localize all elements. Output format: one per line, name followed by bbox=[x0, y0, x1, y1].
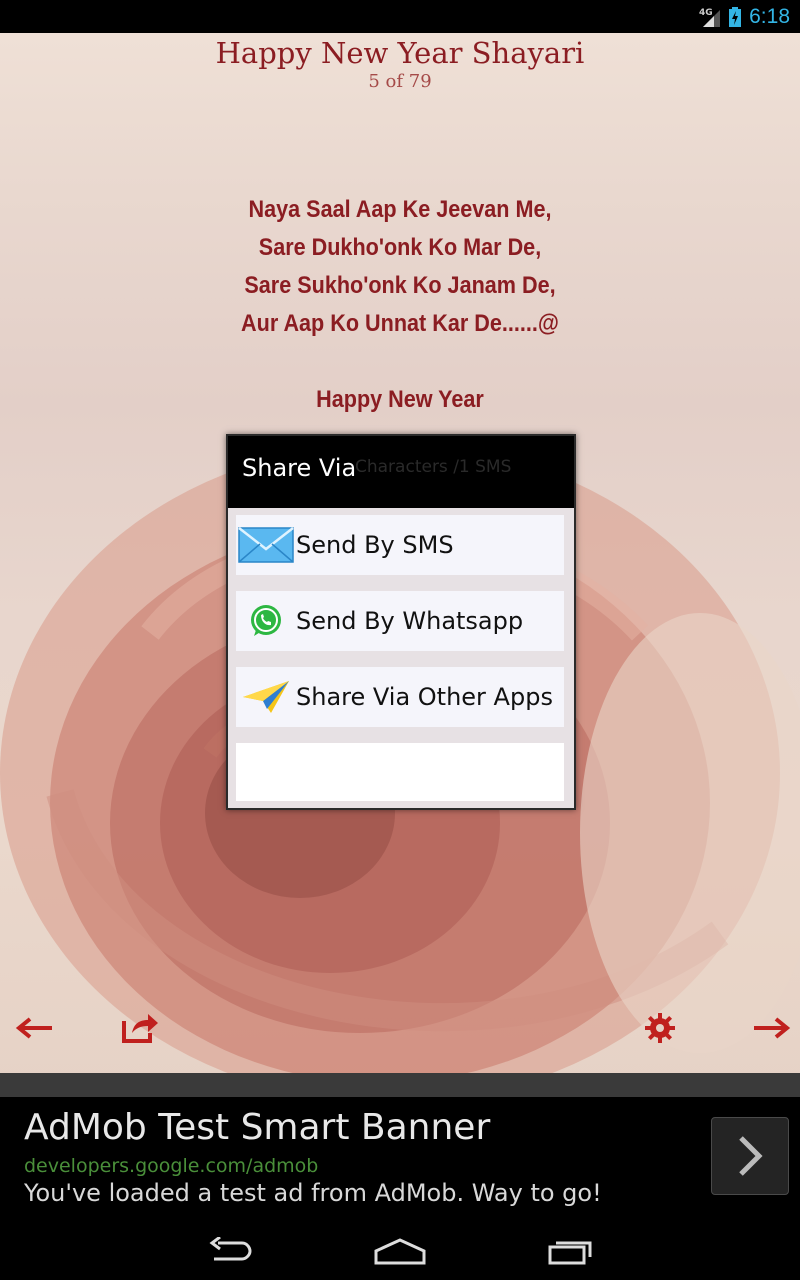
send-by-sms-option[interactable]: Send By SMS bbox=[236, 515, 564, 575]
option-label: Send By SMS bbox=[296, 531, 454, 559]
shayari-closing: Happy New Year bbox=[316, 386, 484, 413]
shayari-line: Sare Dukho'onk Ko Mar De, bbox=[258, 234, 542, 261]
settings-button[interactable] bbox=[638, 1008, 682, 1048]
character-count: Characters /1 SMS bbox=[355, 457, 512, 477]
dialog-title: Share Via bbox=[242, 454, 357, 482]
share-dialog: Share Via Send By SMS Send By Whatsapp S… bbox=[226, 434, 576, 810]
ad-divider bbox=[0, 1073, 800, 1097]
previous-button[interactable] bbox=[12, 1008, 56, 1048]
share-icon bbox=[122, 1014, 158, 1043]
status-bar: 4G 6:18 bbox=[0, 0, 800, 33]
whatsapp-icon bbox=[236, 591, 296, 651]
share-button[interactable] bbox=[118, 1008, 162, 1048]
gear-icon bbox=[645, 1013, 675, 1043]
shayari-line: Naya Saal Aap Ke Jeevan Me, bbox=[248, 196, 552, 223]
ad-banner[interactable]: AdMob Test Smart Banner developers.googl… bbox=[0, 1097, 800, 1225]
right-arrow-icon bbox=[754, 1017, 791, 1039]
ad-url[interactable]: developers.google.com/admob bbox=[24, 1155, 318, 1177]
shayari-text: Naya Saal Aap Ke Jeevan Me, Sare Dukho'o… bbox=[40, 191, 760, 419]
chevron-right-icon bbox=[739, 1136, 763, 1176]
signal-4g-icon: 4G bbox=[699, 8, 721, 27]
option-label: Share Via Other Apps bbox=[296, 683, 553, 711]
shayari-line: Sare Sukho'onk Ko Janam De, bbox=[244, 272, 556, 299]
back-icon bbox=[209, 1237, 252, 1261]
network-type: 4G bbox=[699, 8, 713, 18]
envelope-icon bbox=[236, 515, 296, 575]
back-button[interactable] bbox=[200, 1231, 260, 1271]
home-button[interactable] bbox=[370, 1231, 430, 1271]
shayari-counter: 5 of 79 bbox=[368, 71, 432, 92]
shayari-line: Aur Aap Ko Unnat Kar De......@ bbox=[241, 310, 559, 337]
system-nav-bar bbox=[0, 1225, 800, 1280]
recent-apps-button[interactable] bbox=[540, 1231, 600, 1271]
status-time: 6:18 bbox=[749, 5, 790, 28]
send-by-whatsapp-option[interactable]: Send By Whatsapp bbox=[236, 591, 564, 651]
option-label: Send By Whatsapp bbox=[296, 607, 524, 635]
dialog-body: Send By SMS Send By Whatsapp Share Via O… bbox=[228, 508, 574, 808]
left-arrow-icon bbox=[15, 1017, 52, 1039]
page-title: Happy New Year Shayari bbox=[215, 36, 585, 70]
home-icon bbox=[374, 1238, 426, 1265]
paper-plane-icon bbox=[236, 667, 296, 727]
share-via-other-apps-option[interactable]: Share Via Other Apps bbox=[236, 667, 564, 727]
ad-title: AdMob Test Smart Banner bbox=[24, 1107, 491, 1148]
next-button[interactable] bbox=[750, 1008, 794, 1048]
empty-option-slot bbox=[236, 743, 564, 801]
ad-open-button[interactable] bbox=[711, 1117, 789, 1195]
battery-charging-icon bbox=[729, 7, 742, 27]
recent-apps-icon bbox=[548, 1241, 592, 1265]
ad-description: You've loaded a test ad from AdMob. Way … bbox=[24, 1179, 602, 1207]
